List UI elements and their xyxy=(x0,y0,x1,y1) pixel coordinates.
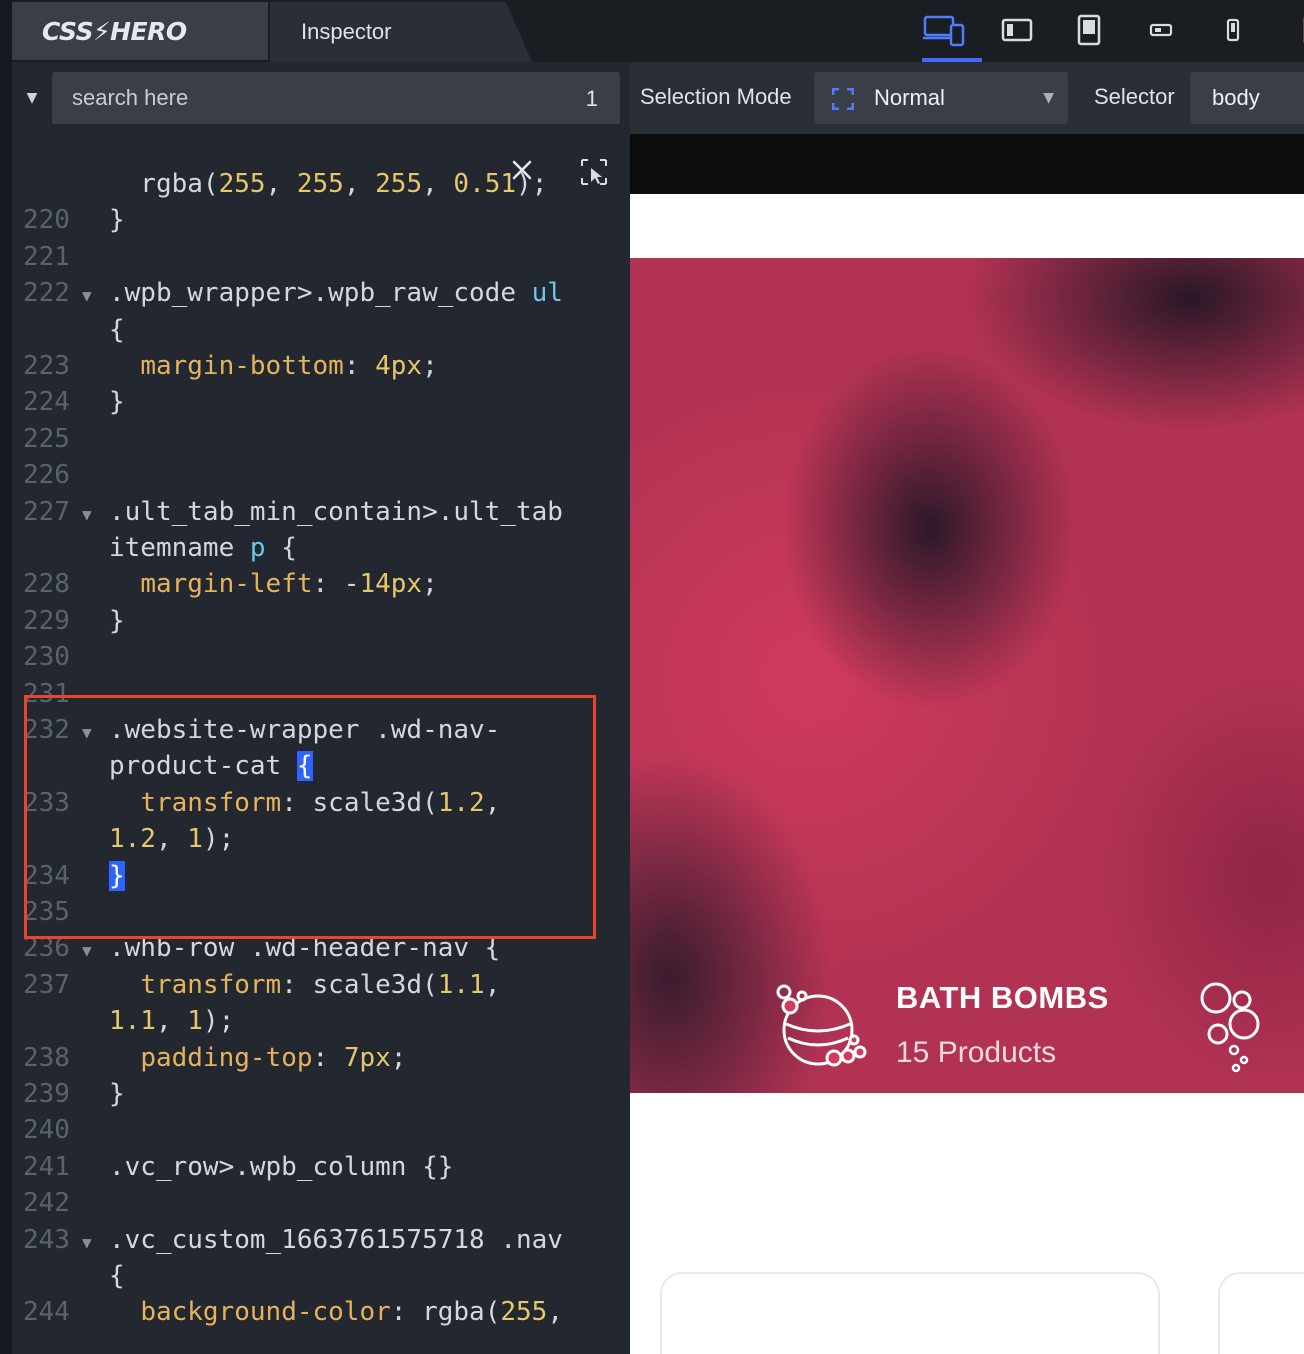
code-line[interactable]: padding-top: 7px; xyxy=(109,1043,406,1073)
category-hero-banner[interactable]: BATH BOMBS 15 Products xyxy=(630,258,1304,1093)
search-result-count: 1 xyxy=(585,86,598,111)
code-line[interactable]: .ult_tab_min_contain>.ult_tab xyxy=(109,497,563,527)
code-line[interactable]: } xyxy=(109,387,125,417)
fold-toggle-icon[interactable]: ▼ xyxy=(82,505,92,524)
code-line[interactable]: .wpb_wrapper>.wpb_raw_code ul xyxy=(109,278,563,308)
search-box: 1 xyxy=(52,72,620,124)
line-number: 228 xyxy=(23,569,70,600)
line-number: 226 xyxy=(23,460,70,491)
code-line[interactable]: } xyxy=(109,205,125,235)
line-number: 237 xyxy=(23,969,70,1000)
line-number: 229 xyxy=(23,605,70,636)
code-line[interactable]: margin-bottom: 4px; xyxy=(109,351,437,381)
line-number: 238 xyxy=(23,1042,70,1073)
tab-inspector-label: Inspector xyxy=(301,19,392,44)
collapse-caret-icon[interactable]: ▼ xyxy=(22,88,42,108)
desktop-tablet-icon[interactable] xyxy=(916,8,972,52)
custom-device-icon[interactable] xyxy=(1270,8,1304,52)
fold-toggle-icon[interactable]: ▼ xyxy=(82,941,92,960)
selection-mode-bar: Selection Mode Normal ▼ Selector body xyxy=(630,62,1304,134)
line-number: 240 xyxy=(23,1115,70,1146)
fold-toggle-icon[interactable]: ▼ xyxy=(82,1233,92,1252)
selector-value: body xyxy=(1212,85,1260,110)
code-line[interactable]: transform: scale3d(1.1, xyxy=(109,970,500,1000)
code-line[interactable]: } xyxy=(109,606,125,636)
left-edge xyxy=(0,0,12,1354)
code-line[interactable]: { xyxy=(109,1261,125,1291)
preview-header-bar xyxy=(630,134,1304,194)
line-number: 225 xyxy=(23,423,70,454)
line-number: 235 xyxy=(23,897,70,927)
tablet-portrait-icon[interactable] xyxy=(1061,8,1117,52)
code-line[interactable]: 1.2, 1); xyxy=(109,824,234,854)
line-number: 230 xyxy=(23,642,70,673)
line-number: 244 xyxy=(23,1297,70,1328)
select-element-icon[interactable] xyxy=(576,154,612,190)
code-line[interactable]: product-cat { xyxy=(109,751,313,782)
code-line[interactable]: itemname p { xyxy=(109,533,297,563)
line-number: 224 xyxy=(23,387,70,418)
search-input[interactable] xyxy=(52,72,552,124)
phone-landscape-icon[interactable] xyxy=(1133,8,1189,52)
line-number: 223 xyxy=(23,351,70,381)
code-line[interactable]: .vc_custom_1663761575718 .nav xyxy=(109,1225,563,1255)
line-number: 242 xyxy=(23,1188,70,1219)
css-hero-logo: CSS⚡HERO xyxy=(42,16,187,46)
code-line[interactable]: margin-left: -14px; xyxy=(109,569,437,599)
fold-toggle-icon[interactable]: ▼ xyxy=(82,286,92,305)
code-line[interactable]: 1.1, 1); xyxy=(109,1006,234,1036)
code-line[interactable]: .vc_row>.wpb_column {} xyxy=(109,1152,453,1182)
line-number: 233 xyxy=(23,787,70,818)
line-number: 241 xyxy=(23,1151,70,1182)
code-line[interactable]: transform: scale3d(1.2, xyxy=(109,788,500,818)
site-preview[interactable]: BATH BOMBS 15 Products xyxy=(630,134,1304,1354)
tab-inspector[interactable]: Inspector xyxy=(270,2,532,62)
selection-mode-label: Selection Mode xyxy=(640,84,792,109)
fold-toggle-icon[interactable]: ▼ xyxy=(82,723,92,742)
tab-css-hero-logo[interactable]: CSS⚡HERO xyxy=(12,2,268,60)
code-line[interactable]: { xyxy=(109,315,125,345)
code-line[interactable]: } xyxy=(109,1079,125,1109)
line-number: 232 xyxy=(23,715,70,745)
selection-mode-icon xyxy=(831,87,855,114)
css-hero-sidebar: CSS⚡HERO Inspector ▼ 1 rgba(255, 255, 25… xyxy=(12,0,630,1354)
phone-portrait-icon[interactable] xyxy=(1205,8,1261,52)
line-number: 239 xyxy=(23,1079,70,1109)
line-number: 222 xyxy=(23,278,70,309)
code-line[interactable]: .whb-row .wd-header-nav { xyxy=(109,933,500,963)
code-line[interactable]: .website-wrapper .wd-nav- xyxy=(109,715,500,745)
line-number: 231 xyxy=(23,678,70,709)
line-number: 221 xyxy=(23,241,70,272)
code-line[interactable]: } xyxy=(109,860,125,891)
line-number: 236 xyxy=(23,933,70,964)
product-card[interactable] xyxy=(660,1272,1160,1354)
line-number: 234 xyxy=(23,860,70,891)
sidebar-tabbar: CSS⚡HERO Inspector xyxy=(12,0,630,62)
selection-mode-select[interactable]: Normal ▼ xyxy=(814,72,1068,124)
selection-mode-value: Normal xyxy=(874,85,945,110)
category-title[interactable]: BATH BOMBS xyxy=(896,980,1109,1016)
tablet-landscape-icon[interactable] xyxy=(989,8,1045,52)
product-card[interactable] xyxy=(1218,1272,1304,1354)
bubbles-icon xyxy=(1198,980,1262,1078)
search-row: ▼ 1 xyxy=(12,62,630,134)
selector-label: Selector xyxy=(1094,84,1175,109)
line-number: 227 xyxy=(23,496,70,527)
selector-field[interactable]: body xyxy=(1190,72,1304,124)
code-line[interactable]: rgba(255, 255, 255, 0.51); xyxy=(109,169,547,199)
line-number: 243 xyxy=(23,1224,70,1255)
category-product-count: 15 Products xyxy=(896,1036,1057,1069)
chevron-down-icon: ▼ xyxy=(1043,90,1054,106)
line-number: 220 xyxy=(23,205,70,236)
bath-bomb-icon xyxy=(774,982,870,1076)
code-line[interactable]: background-color: rgba(255, xyxy=(109,1297,563,1327)
device-toolbar xyxy=(630,0,1304,62)
